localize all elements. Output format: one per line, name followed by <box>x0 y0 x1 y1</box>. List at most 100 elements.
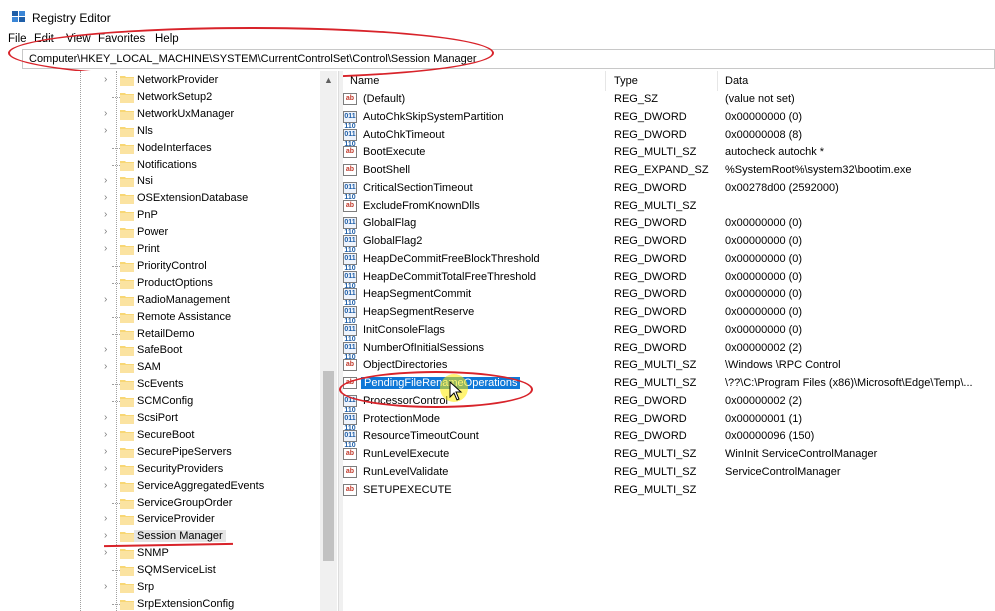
string-value-icon: ab <box>343 93 357 105</box>
tree-item[interactable]: › NetworkUxManager <box>0 106 320 123</box>
chevron-right-icon[interactable]: › <box>104 514 112 524</box>
folder-icon <box>120 583 134 593</box>
scrollbar-thumb[interactable] <box>323 371 334 561</box>
tree-item[interactable]: NodeInterfaces <box>0 140 320 157</box>
address-bar[interactable]: Computer\HKEY_LOCAL_MACHINE\SYSTEM\Curre… <box>22 49 995 69</box>
tree-item[interactable]: › Print <box>0 241 320 258</box>
tree-item[interactable]: › ServiceProvider <box>0 511 320 528</box>
value-row[interactable]: 011 110 AutoChkSkipSystemPartition REG_DWO… <box>343 109 995 130</box>
tree-item[interactable]: › OSExtensionDatabase <box>0 190 320 207</box>
value-row[interactable]: 011 110 HeapDeCommitTotalFreeThreshold REG… <box>343 269 995 290</box>
menu-view[interactable]: View <box>66 33 91 45</box>
chevron-right-icon[interactable]: › <box>104 531 112 541</box>
value-type: REG_DWORD <box>614 306 687 318</box>
tree-item[interactable]: › SafeBoot <box>0 342 320 359</box>
value-row[interactable]: 011 110 HeapSegmentReserve REG_DWORD 0x0000… <box>343 304 995 325</box>
column-divider[interactable] <box>717 71 718 91</box>
value-row[interactable]: ab RunLevelExecute REG_MULTI_SZ WinInit Ser… <box>343 446 995 464</box>
tree-item[interactable]: › SecurePipeServers <box>0 444 320 461</box>
folder-icon <box>120 346 134 357</box>
tree-item[interactable]: ScEvents <box>0 376 320 393</box>
value-row[interactable]: 011 110 ProcessorControl REG_DWORD 0x000000… <box>343 393 995 414</box>
value-data: 0x00000000 (0) <box>725 217 803 230</box>
chevron-right-icon[interactable]: › <box>104 480 112 490</box>
tree-item[interactable]: RetailDemo <box>0 326 320 343</box>
chevron-right-icon[interactable]: › <box>104 176 112 186</box>
tree-item[interactable]: PriorityControl <box>0 258 320 275</box>
chevron-right-icon[interactable]: › <box>104 193 112 203</box>
tree-scrollbar[interactable]: ▲ <box>320 71 337 611</box>
value-row[interactable]: 011 110 CriticalSectionTimeout REG_DWORD 0x… <box>343 180 995 201</box>
tree-item[interactable]: › Power <box>0 224 320 241</box>
value-row[interactable]: 011 110 NumberOfInitialSessions REG_DWORD 0… <box>343 340 995 361</box>
value-row[interactable]: 011 110 HeapSegmentCommit REG_DWORD 0x00000… <box>343 286 995 307</box>
value-row[interactable]: ab (Default) REG_SZ (value not set) <box>343 91 995 109</box>
tree-connector <box>112 384 120 386</box>
tree-item[interactable]: ProductOptions <box>0 275 320 292</box>
column-header-type[interactable]: Type <box>614 75 638 87</box>
chevron-right-icon[interactable]: › <box>104 362 112 372</box>
tree-item[interactable]: › Srp <box>0 579 320 596</box>
folder-icon <box>120 160 134 171</box>
tree-item[interactable]: SQMServiceList <box>0 562 320 579</box>
value-row[interactable]: 011 110 GlobalFlag REG_DWORD 0x00000000 (0) <box>343 215 995 236</box>
column-divider[interactable] <box>605 71 606 91</box>
value-row[interactable]: ab ObjectDirectories REG_MULTI_SZ \Windows … <box>343 357 995 375</box>
value-row[interactable]: 011 110 ResourceTimeoutCount REG_DWORD 0x00… <box>343 428 995 449</box>
chevron-right-icon[interactable]: › <box>104 75 112 85</box>
chevron-right-icon[interactable]: › <box>104 429 112 439</box>
value-type: REG_MULTI_SZ <box>614 465 697 478</box>
column-header-name[interactable]: Name <box>350 75 379 87</box>
menu-help[interactable]: Help <box>155 33 179 45</box>
chevron-right-icon[interactable]: › <box>104 125 112 135</box>
tree-item[interactable]: SrpExtensionConfig <box>0 596 320 611</box>
chevron-right-icon[interactable]: › <box>104 446 112 456</box>
tree-item[interactable]: ServiceGroupOrder <box>0 495 320 512</box>
menu-file[interactable]: File <box>8 33 27 45</box>
chevron-right-icon[interactable]: › <box>104 345 112 355</box>
tree-item[interactable]: Notifications <box>0 157 320 174</box>
value-row[interactable]: ab BootShell REG_EXPAND_SZ %SystemRoot%\sys… <box>343 162 995 180</box>
column-header-data[interactable]: Data <box>725 75 748 87</box>
tree-item[interactable]: › Nsi <box>0 173 320 190</box>
chevron-right-icon[interactable]: › <box>104 413 112 423</box>
value-row[interactable]: 011 110 AutoChkTimeout REG_DWORD 0x00000008… <box>343 127 995 148</box>
tree-connector <box>112 147 120 149</box>
tree-item[interactable]: › SecureBoot <box>0 427 320 444</box>
string-value-icon: ab <box>343 465 357 478</box>
value-row[interactable]: 011 110 GlobalFlag2 REG_DWORD 0x00000000 (0… <box>343 233 995 254</box>
chevron-right-icon[interactable]: › <box>104 210 112 220</box>
chevron-right-icon[interactable]: › <box>104 582 112 592</box>
tree-item[interactable]: SCMConfig <box>0 393 320 410</box>
tree-item[interactable]: › NetworkProvider <box>0 72 320 89</box>
chevron-right-icon[interactable]: › <box>104 548 112 558</box>
value-row[interactable]: ab SETUPEXECUTE REG_MULTI_SZ <box>343 482 995 500</box>
menu-edit[interactable]: Edit <box>34 33 54 45</box>
chevron-right-icon[interactable]: › <box>104 244 112 254</box>
scroll-up-icon[interactable]: ▲ <box>324 75 333 85</box>
tree-item[interactable]: › SAM <box>0 359 320 376</box>
tree-item[interactable]: › ScsiPort <box>0 410 320 427</box>
tree-item[interactable]: NetworkSetup2 <box>0 89 320 106</box>
tree-item[interactable]: › Session Manager <box>0 528 320 545</box>
value-row[interactable]: 011 110 ProtectionMode REG_DWORD 0x00000001… <box>343 411 995 432</box>
chevron-right-icon[interactable]: › <box>104 463 112 473</box>
tree-connector <box>112 282 120 284</box>
value-row[interactable]: 011 110 HeapDeCommitFreeBlockThreshold REG… <box>343 251 995 272</box>
tree-item[interactable]: › SecurityProviders <box>0 461 320 478</box>
chevron-right-icon[interactable]: › <box>104 227 112 237</box>
chevron-right-icon[interactable]: › <box>104 108 112 118</box>
tree-item[interactable]: Remote Assistance <box>0 309 320 326</box>
value-row[interactable]: ab ExcludeFromKnownDlls REG_MULTI_SZ <box>343 198 995 216</box>
value-row[interactable]: ab BootExecute REG_MULTI_SZ autocheck autoc… <box>343 144 995 162</box>
tree-item[interactable]: › SNMP <box>0 545 320 562</box>
tree-item-label: RetailDemo <box>137 327 195 340</box>
value-row[interactable]: 011 110 InitConsoleFlags REG_DWORD 0x000000… <box>343 322 995 343</box>
chevron-right-icon[interactable]: › <box>104 294 112 304</box>
menu-favorites[interactable]: Favorites <box>98 33 145 45</box>
tree-item[interactable]: › ServiceAggregatedEvents <box>0 478 320 495</box>
tree-item[interactable]: › PnP <box>0 207 320 224</box>
tree-item[interactable]: › Nls <box>0 123 320 140</box>
tree-item[interactable]: › RadioManagement <box>0 292 320 309</box>
value-row[interactable]: ab RunLevelValidate REG_MULTI_SZ ServiceCon… <box>343 464 995 482</box>
